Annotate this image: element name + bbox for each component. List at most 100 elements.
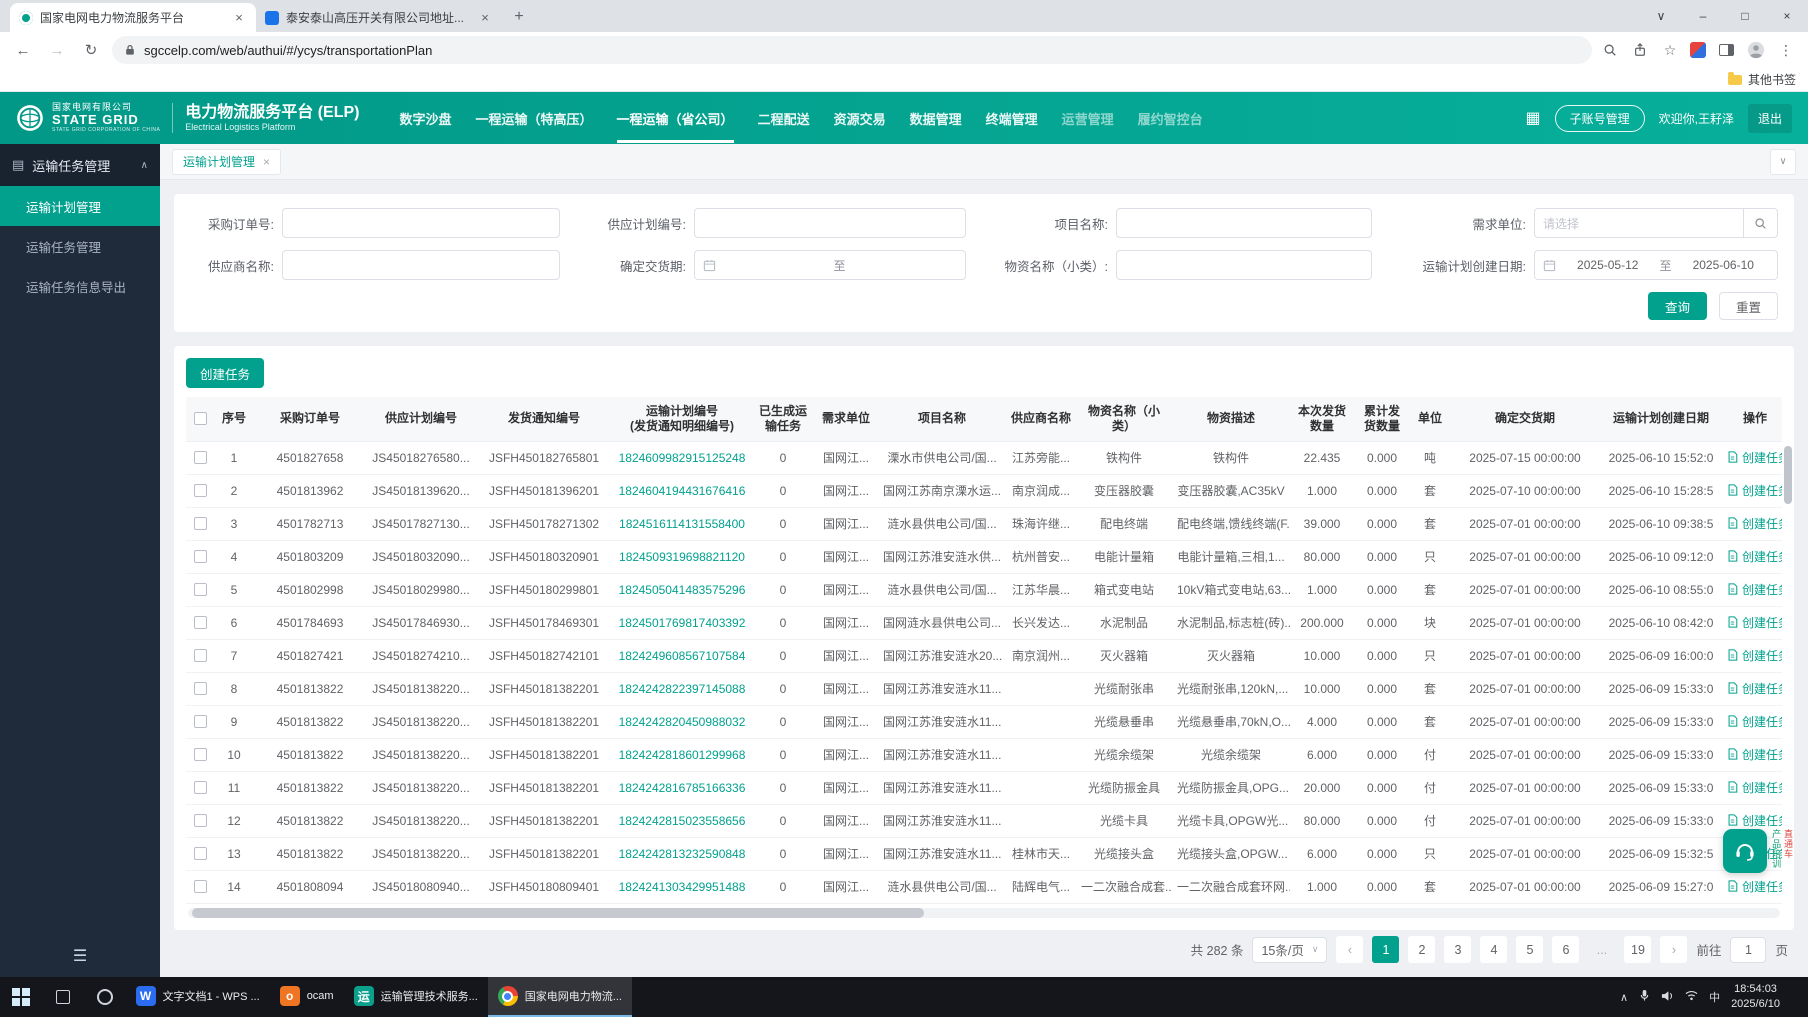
horizontal-scrollbar-thumb[interactable] — [192, 907, 925, 918]
create-task-action[interactable]: 创建任务 — [1727, 680, 1782, 697]
address-bar[interactable]: sgccelp.com/web/authui/#/ycys/transporta… — [112, 36, 1592, 64]
other-bookmarks[interactable]: 其他书签 — [1748, 71, 1796, 88]
plan-no-link[interactable]: 1824501769817403392 — [612, 606, 752, 640]
share-icon[interactable] — [1630, 40, 1650, 60]
tab-search-icon[interactable]: ∨ — [1640, 0, 1682, 32]
row-checkbox[interactable] — [193, 550, 207, 563]
prev-page-button[interactable]: ‹ — [1336, 936, 1364, 963]
customer-service-icon[interactable] — [1723, 829, 1768, 873]
page-ellipsis[interactable]: ... — [1588, 936, 1615, 963]
create-task-action[interactable]: 创建任务 — [1727, 647, 1782, 664]
delivery-date-range[interactable]: 至 — [694, 250, 966, 280]
side-panel-icon[interactable] — [1716, 40, 1736, 60]
create-task-action[interactable]: 创建任务 — [1727, 515, 1782, 532]
plan-no-link[interactable]: 1824241303429951488 — [612, 870, 752, 904]
tray-chevron-up-icon[interactable]: ∧ — [1620, 991, 1628, 1004]
zoom-icon[interactable] — [1600, 40, 1620, 60]
sidebar-item-transport-task[interactable]: 运输任务管理 — [0, 226, 160, 266]
page-tab-transport-plan[interactable]: 运输计划管理 × — [172, 148, 282, 175]
create-task-action[interactable]: 创建任务 — [1727, 482, 1782, 499]
page-button-6[interactable]: 6 — [1552, 936, 1580, 963]
speaker-icon[interactable] — [1661, 990, 1674, 1005]
material-name-input[interactable] — [1116, 250, 1372, 280]
search-circle-icon[interactable] — [84, 977, 126, 1017]
supplier-name-input[interactable] — [282, 250, 560, 280]
mic-icon[interactable] — [1639, 989, 1650, 1005]
nav-digital-sandbox[interactable]: 数字沙盘 — [400, 94, 452, 143]
create-task-action[interactable]: 创建任务 — [1727, 581, 1782, 598]
plan-no-link[interactable]: 1824242818601299968 — [612, 738, 752, 772]
plan-created-start[interactable]: 2025-05-12 — [1562, 258, 1654, 272]
back-button[interactable]: ← — [10, 37, 36, 63]
row-checkbox[interactable] — [193, 451, 207, 464]
page-button-4[interactable]: 4 — [1480, 936, 1508, 963]
plan-no-link[interactable]: 1824509319698821120 — [612, 540, 752, 574]
sidebar-group-transport-tasks[interactable]: ▤ 运输任务管理 ∧ — [0, 144, 160, 186]
sidebar-collapse-icon[interactable]: ☰ — [0, 935, 160, 977]
page-button-3[interactable]: 3 — [1444, 936, 1472, 963]
nav-transport-province[interactable]: 一程运输（省公司） — [616, 94, 734, 143]
row-checkbox[interactable] — [193, 682, 207, 695]
nav-second-delivery[interactable]: 二程配送 — [758, 94, 810, 143]
network-icon[interactable] — [1685, 990, 1698, 1004]
profile-avatar[interactable] — [1746, 40, 1766, 60]
row-checkbox[interactable] — [193, 583, 207, 596]
bookmark-star-icon[interactable]: ☆ — [1660, 40, 1680, 60]
plan-created-range[interactable]: 2025-05-12 至 2025-06-10 — [1534, 250, 1778, 280]
create-task-button[interactable]: 创建任务 — [186, 358, 265, 388]
browser-menu-icon[interactable]: ⋮ — [1776, 40, 1796, 60]
nav-performance-console[interactable]: 履约智控台 — [1138, 94, 1203, 143]
plan-no-link[interactable]: 1824516114131558400 — [612, 507, 752, 541]
plan-no-link[interactable]: 1824604194431676416 — [612, 474, 752, 508]
taskbar-app-wps[interactable]: W 文字文档1 - WPS ... — [126, 977, 270, 1017]
row-checkbox[interactable] — [193, 814, 207, 827]
maximize-button[interactable]: □ — [1724, 0, 1766, 32]
taskbar-app-ocam[interactable]: o ocam — [270, 977, 344, 1017]
reset-button[interactable]: 重置 — [1718, 292, 1778, 320]
reload-button[interactable]: ↻ — [78, 37, 104, 63]
nav-transport-uhv[interactable]: 一程运输（特高压） — [476, 94, 593, 143]
plan-no-link[interactable]: 1824505041483575296 — [612, 573, 752, 607]
plan-no-link[interactable]: 1824242816785166336 — [612, 771, 752, 805]
plan-no-link[interactable]: 1824609982915125248 — [612, 441, 752, 475]
tab2-close-icon[interactable]: × — [477, 10, 493, 25]
sidebar-item-task-export[interactable]: 运输任务信息导出 — [0, 266, 160, 306]
select-all-checkbox[interactable] — [193, 412, 207, 426]
apps-grid-icon[interactable]: ▦ — [1526, 108, 1541, 128]
row-checkbox[interactable] — [193, 649, 207, 662]
subaccount-button[interactable]: 子账号管理 — [1554, 104, 1645, 132]
create-task-action[interactable]: 创建任务 — [1727, 779, 1782, 796]
ime-indicator[interactable]: 中 — [1709, 989, 1720, 1005]
tab1-close-icon[interactable]: × — [231, 10, 247, 25]
nav-resource-trade[interactable]: 资源交易 — [834, 94, 886, 143]
create-task-action[interactable]: 创建任务 — [1727, 746, 1782, 763]
purchase-order-input[interactable] — [282, 208, 560, 238]
logout-button[interactable]: 退出 — [1747, 103, 1792, 133]
query-button[interactable]: 查询 — [1647, 292, 1707, 320]
page-button-19[interactable]: 19 — [1624, 936, 1652, 963]
demand-unit-select[interactable]: 请选择 — [1534, 208, 1744, 238]
sidebar-item-transport-plan[interactable]: 运输计划管理 — [0, 186, 160, 226]
create-task-action[interactable]: 创建任务 — [1727, 548, 1782, 565]
create-task-action[interactable]: 创建任务 — [1727, 614, 1782, 631]
task-view-icon[interactable] — [42, 977, 84, 1017]
row-checkbox[interactable] — [193, 781, 207, 794]
tab-actions-dropdown[interactable]: ∨ — [1770, 148, 1796, 175]
next-page-button[interactable]: › — [1660, 936, 1688, 963]
page-tab-close-icon[interactable]: × — [263, 155, 270, 169]
create-task-action[interactable]: 创建任务 — [1727, 878, 1782, 895]
start-button[interactable] — [0, 977, 42, 1017]
plan-no-link[interactable]: 1824242820450988032 — [612, 705, 752, 739]
row-checkbox[interactable] — [193, 616, 207, 629]
browser-tab-1[interactable]: 国家电网电力物流服务平台 × — [10, 3, 256, 32]
forward-button[interactable]: → — [44, 37, 70, 63]
page-size-select[interactable]: 15条/页 ∨ — [1252, 936, 1328, 963]
nav-terminal-management[interactable]: 终端管理 — [986, 94, 1038, 143]
project-name-input[interactable] — [1116, 208, 1372, 238]
page-button-2[interactable]: 2 — [1408, 936, 1436, 963]
page-button-5[interactable]: 5 — [1516, 936, 1544, 963]
browser-tab-2[interactable]: 泰安泰山高压开关有限公司地址... × — [256, 3, 502, 32]
floating-helper-widget[interactable]: 产品培训 直通车 — [1723, 829, 1793, 873]
taskbar-clock[interactable]: 18:54:03 2025/6/10 — [1731, 982, 1780, 1012]
goto-page-input[interactable] — [1730, 936, 1767, 963]
